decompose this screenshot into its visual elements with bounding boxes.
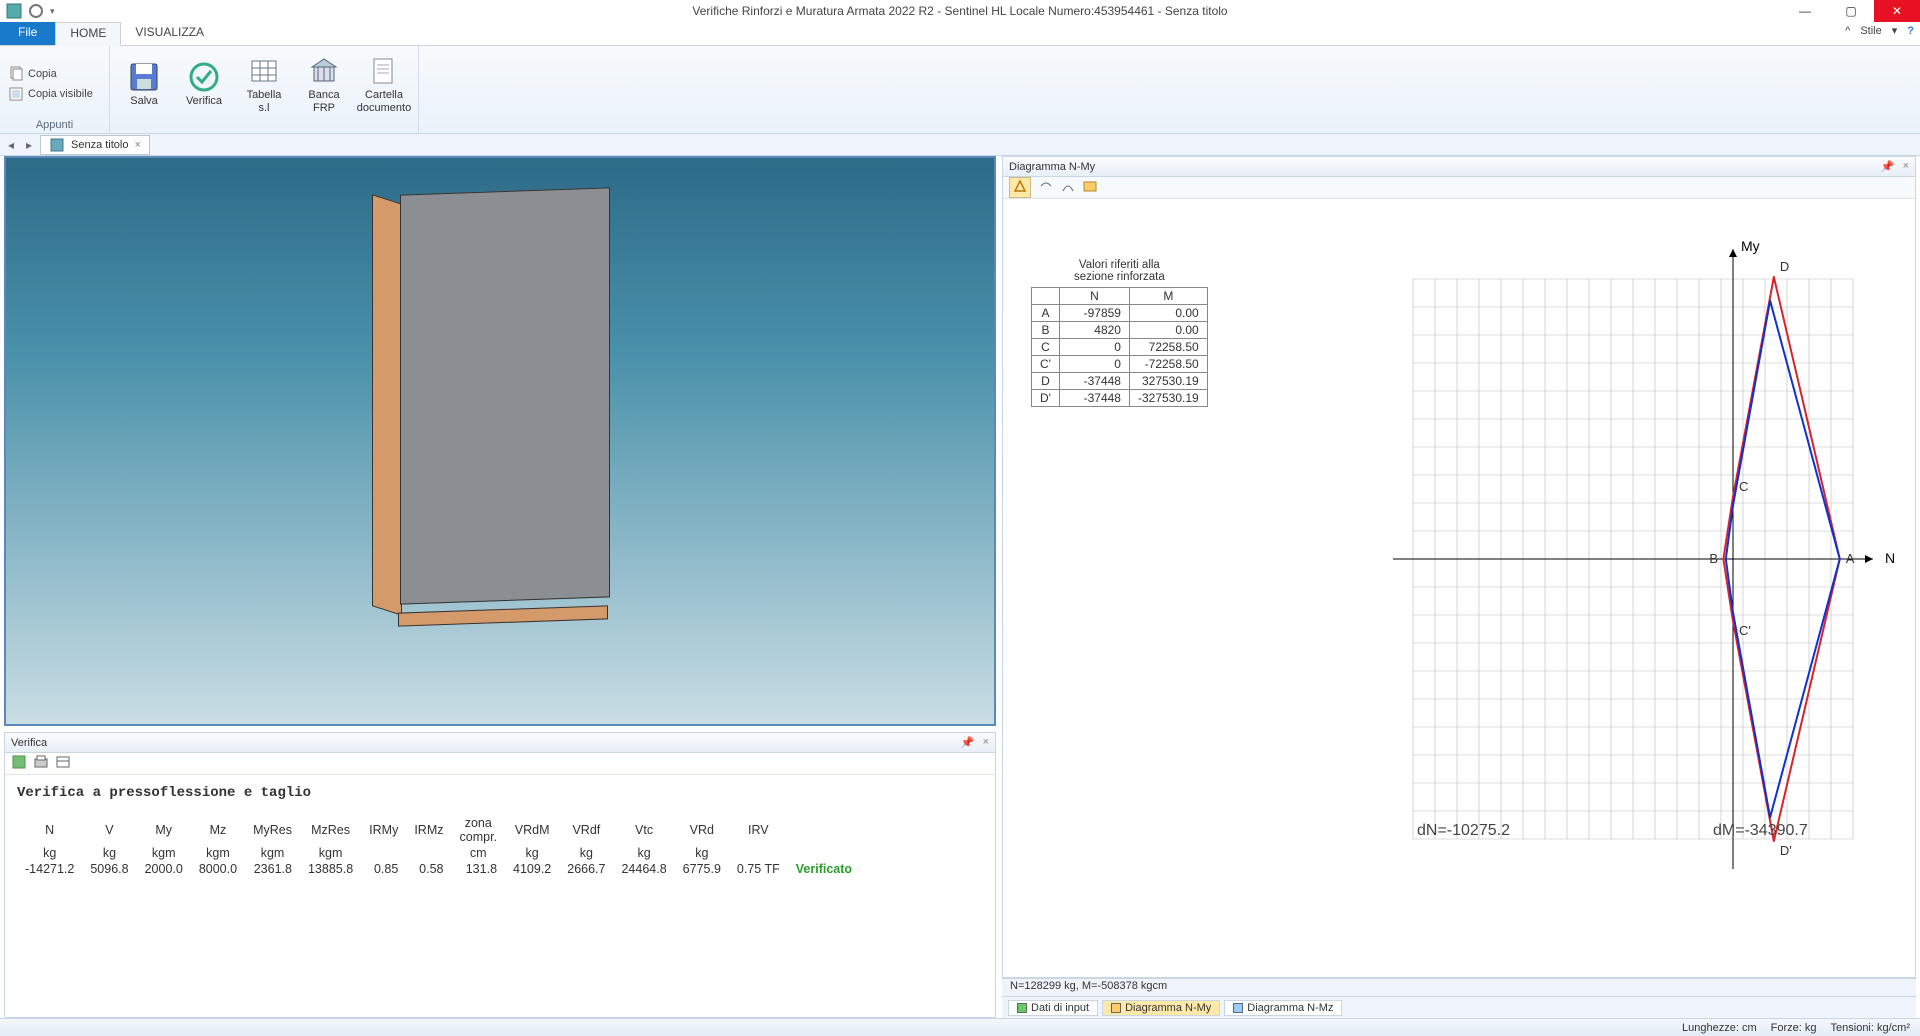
table-icon [248,55,280,87]
verifica-panel: Verifica 📌 × Verifica a pressoflessione … [4,732,996,1018]
document-tab[interactable]: Senza titolo × [40,135,150,155]
save-icon [128,61,160,93]
qat-icon-1[interactable] [6,3,22,19]
diag-tool-1[interactable] [1009,177,1031,198]
ribbon-tabs: File HOME VISUALIZZA ^ Stile ▾ ? [0,22,1920,46]
doc-tab-close-icon[interactable]: × [134,139,140,151]
diag-pin-icon[interactable]: 📌 [1881,160,1895,173]
bank-icon [308,55,340,87]
diag-tool-3[interactable] [1061,179,1075,196]
doc-icon [49,137,65,153]
verify-icon [188,61,220,93]
svg-text:D: D [1780,259,1789,274]
tab-visualizza[interactable]: VISUALIZZA [121,22,219,45]
cartella-documento-button[interactable]: Cartella documento [356,53,412,113]
svg-text:C: C [1739,479,1748,494]
banca-frp-button[interactable]: Banca FRP [296,53,352,113]
ribbon: Copia Copia visibile Appunti Salva Verif… [0,46,1920,134]
verif-heading: Verifica a pressoflessione e taglio [17,785,983,801]
help-icon[interactable]: ? [1907,25,1914,37]
group-appunti-label: Appunti [6,119,103,133]
qat-icon-2[interactable] [28,3,44,19]
data-caption: Valori riferiti alla sezione rinforzata [1031,259,1208,283]
coordinate-readout: N=128299 kg, M=-508378 kgcm [1002,978,1916,996]
tool-icon-1[interactable] [11,754,27,773]
diagram-panel: Diagramma N-My 📌 × Valori riferiti alla … [1002,156,1916,978]
svg-text:dM=-34390.7: dM=-34390.7 [1713,822,1808,839]
verifica-button[interactable]: Verifica [176,59,232,107]
svg-text:C': C' [1739,623,1751,638]
viewport-3d[interactable] [4,156,996,726]
diag-tool-2[interactable] [1039,179,1053,196]
tab-home[interactable]: HOME [55,22,121,46]
view-tabs: Dati di inputDiagramma N-MyDiagramma N-M… [1002,996,1916,1018]
app-title: Verifiche Rinforzi e Muratura Armata 202… [0,4,1920,18]
svg-text:A: A [1846,551,1855,566]
copy-visible-icon [8,86,24,102]
document-tab-bar: ◂ ▸ Senza titolo × [0,134,1920,156]
title-bar: ▾ Verifiche Rinforzi e Muratura Armata 2… [0,0,1920,22]
interaction-chart: N My A B C C' D D' dN=-10275.2 dM=-34390.7 [1193,219,1913,919]
diag-tool-4[interactable] [1083,179,1097,196]
svg-text:N: N [1885,550,1895,566]
svg-text:My: My [1741,238,1760,254]
doc-scroll-left[interactable]: ◂ [4,136,18,154]
copy-icon [8,66,24,82]
diagram-title: Diagramma N-My [1009,161,1095,173]
status-bar: Lunghezze: cm Forze: kg Tensioni: kg/cm² [0,1018,1920,1036]
status-lunghezze: Lunghezze: cm [1682,1022,1757,1034]
copia-visibile-button[interactable]: Copia visibile [6,85,95,103]
nm-data-table: NM A-978590.00B48200.00C072258.50C'0-722… [1031,287,1208,407]
diag-close-icon[interactable]: × [1903,160,1909,173]
stile-dropdown-icon[interactable]: ▾ [1892,24,1898,37]
qat-dropdown-icon[interactable]: ▾ [50,6,55,17]
pin-icon[interactable]: 📌 [961,736,975,749]
tabella-button[interactable]: Tabella s.l [236,53,292,113]
svg-text:dN=-10275.2: dN=-10275.2 [1417,822,1510,839]
copia-button[interactable]: Copia [6,65,95,83]
doc-scroll-right[interactable]: ▸ [22,136,36,154]
folder-doc-icon [368,55,400,87]
stile-label[interactable]: Stile [1860,25,1881,37]
print-icon[interactable] [33,754,49,773]
panel-close-icon[interactable]: × [983,736,989,749]
status-forze: Forze: kg [1771,1022,1817,1034]
salva-button[interactable]: Salva [116,59,172,107]
view-tab[interactable]: Diagramma N-Mz [1224,1000,1342,1016]
verifica-panel-title: Verifica [11,737,47,749]
maximize-button[interactable]: ▢ [1828,0,1874,22]
tab-file[interactable]: File [0,22,55,45]
svg-text:B: B [1709,551,1718,566]
view-tab[interactable]: Diagramma N-My [1102,1000,1220,1016]
verif-table: NVMyMzMyResMzResIRMyIRMzzona compr.VRdMV… [17,815,860,877]
wall-model [370,181,630,661]
close-button[interactable]: ✕ [1874,0,1920,22]
view-tab[interactable]: Dati di input [1008,1000,1098,1016]
tool-icon-3[interactable] [55,754,71,773]
diagram-canvas[interactable]: Valori riferiti alla sezione rinforzata … [1003,199,1915,977]
ribbon-collapse-icon[interactable]: ^ [1845,25,1850,37]
svg-text:D': D' [1780,843,1792,858]
status-tensioni: Tensioni: kg/cm² [1831,1022,1910,1034]
minimize-button[interactable]: — [1782,0,1828,22]
